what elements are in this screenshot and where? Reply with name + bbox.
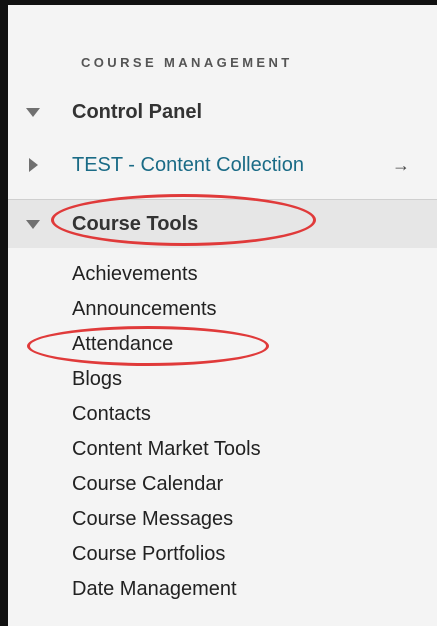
arrow-right-icon[interactable]: →: [392, 155, 410, 176]
tool-item-course-portfolios[interactable]: Course Portfolios: [72, 537, 261, 572]
course-management-panel: COURSE MANAGEMENT Control Panel TEST - C…: [8, 5, 437, 626]
section-title: COURSE MANAGEMENT: [81, 55, 293, 70]
tool-item-attendance[interactable]: Attendance: [72, 327, 261, 362]
content-collection-link[interactable]: TEST - Content Collection: [72, 154, 304, 177]
tool-item-announcements[interactable]: Announcements: [72, 292, 261, 327]
tool-item-course-calendar[interactable]: Course Calendar: [72, 467, 261, 502]
tool-item-contacts[interactable]: Contacts: [72, 397, 261, 432]
course-tools-list: Achievements Announcements Attendance Bl…: [72, 257, 261, 607]
control-panel-label[interactable]: Control Panel: [72, 101, 202, 124]
course-tools-label[interactable]: Course Tools: [72, 213, 198, 236]
tool-item-content-market-tools[interactable]: Content Market Tools: [72, 432, 261, 467]
content-collection-row[interactable]: TEST - Content Collection →: [8, 145, 437, 185]
triangle-down-icon[interactable]: [25, 216, 41, 232]
tool-item-course-messages[interactable]: Course Messages: [72, 502, 261, 537]
course-tools-row[interactable]: Course Tools: [8, 199, 437, 248]
tool-item-blogs[interactable]: Blogs: [72, 362, 261, 397]
screenshot-frame: COURSE MANAGEMENT Control Panel TEST - C…: [0, 0, 437, 626]
control-panel-row[interactable]: Control Panel: [8, 92, 437, 132]
left-border: [0, 0, 8, 626]
triangle-right-icon[interactable]: [25, 157, 41, 173]
tool-item-date-management[interactable]: Date Management: [72, 572, 261, 607]
tool-item-achievements[interactable]: Achievements: [72, 257, 261, 292]
triangle-down-icon[interactable]: [25, 104, 41, 120]
